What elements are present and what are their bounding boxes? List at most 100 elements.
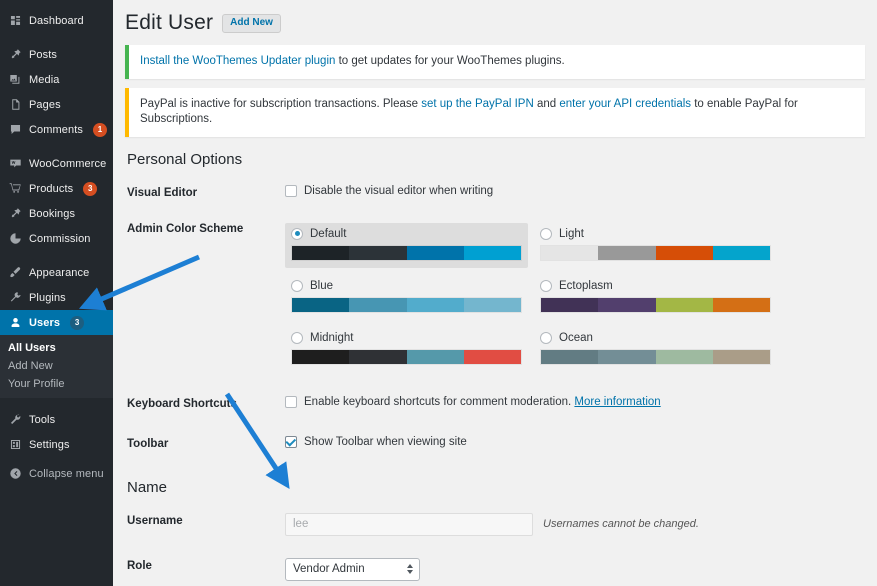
brush-icon [8, 266, 22, 280]
swatch-color [712, 349, 770, 364]
sidebar-item-woocommerce[interactable]: WooCommerce [0, 151, 113, 176]
sidebar-item-users[interactable]: Users 3 [0, 310, 113, 335]
users-submenu: All Users Add New Your Profile [0, 335, 113, 398]
sidebar-item-label: Pages [29, 98, 61, 111]
color-scheme-radio-midnight[interactable] [291, 331, 303, 344]
swatch-color [541, 245, 599, 260]
sidebar-item-products[interactable]: Products 3 [0, 176, 113, 201]
row-role: Role Vendor Admin [125, 547, 865, 586]
admin-screen: Dashboard Posts Media Pages Comments 1 W… [0, 0, 877, 586]
color-scheme-radio-light[interactable] [540, 227, 552, 240]
sidebar-divider [0, 398, 113, 407]
swatch-color [292, 349, 350, 364]
color-scheme-name: Ocean [559, 331, 593, 344]
swatch-color [406, 297, 464, 312]
pin-icon [8, 48, 22, 62]
color-scheme-ectoplasm[interactable]: Ectoplasm [534, 275, 777, 320]
sidebar-item-appearance[interactable]: Appearance [0, 260, 113, 285]
color-scheme-radio-ocean[interactable] [540, 331, 552, 344]
submenu-item-add-new[interactable]: Add New [0, 357, 113, 375]
sidebar-item-settings[interactable]: Settings [0, 432, 113, 457]
dashboard-icon [8, 14, 22, 28]
color-scheme-default[interactable]: Default [285, 222, 528, 268]
color-scheme-name: Light [559, 227, 584, 240]
sidebar-divider [0, 33, 113, 42]
sidebar-item-bookings[interactable]: Bookings [0, 201, 113, 226]
keyboard-shortcuts-checkbox-row[interactable]: Enable keyboard shortcuts for comment mo… [285, 396, 865, 410]
swatch-color [712, 297, 770, 312]
sidebar-item-label: Bookings [29, 207, 76, 220]
sidebar-item-media[interactable]: Media [0, 67, 113, 92]
page-header: Edit User Add New [125, 9, 865, 45]
row-admin-color-scheme: Admin Color Scheme Default Light Blue Ec… [125, 214, 865, 385]
sidebar-item-comments[interactable]: Comments 1 [0, 117, 113, 142]
notice-text: PayPal is inactive for subscription tran… [140, 97, 422, 110]
install-woothemes-updater-link[interactable]: Install the WooThemes Updater plugin [140, 55, 335, 67]
color-swatch-blue [291, 296, 522, 313]
sidebar-item-tools[interactable]: Tools [0, 407, 113, 432]
sidebar-divider [0, 142, 113, 151]
color-scheme-light[interactable]: Light [534, 223, 777, 268]
setup-paypal-ipn-link[interactable]: set up the PayPal IPN [421, 98, 534, 110]
sidebar-item-label: Comments [29, 123, 83, 136]
swatch-color [712, 245, 770, 260]
users-icon [8, 316, 22, 330]
username-label: Username [127, 514, 183, 527]
wrench-icon [8, 413, 22, 427]
collapse-menu-label: Collapse menu [29, 467, 104, 480]
submenu-item-all-users[interactable]: All Users [0, 339, 113, 357]
more-information-link[interactable]: More information [574, 396, 660, 408]
media-icon [8, 73, 22, 87]
sidebar-item-pages[interactable]: Pages [0, 92, 113, 117]
color-scheme-blue[interactable]: Blue [285, 275, 528, 320]
show-toolbar-checkbox[interactable] [285, 436, 297, 449]
settings-icon [8, 438, 22, 452]
disable-visual-editor-checkbox-row[interactable]: Disable the visual editor when writing [285, 185, 865, 199]
row-toolbar: Toolbar Show Toolbar when viewing site [125, 425, 865, 465]
color-scheme-radio-ectoplasm[interactable] [540, 279, 552, 292]
username-hint: Usernames cannot be changed. [543, 518, 699, 531]
color-swatch-ectoplasm [540, 296, 771, 313]
enter-api-credentials-link[interactable]: enter your API credentials [559, 98, 691, 110]
notice-text: to get updates for your WooThemes plugin… [335, 55, 565, 67]
sidebar-item-posts[interactable]: Posts [0, 42, 113, 67]
name-section-heading: Name [127, 478, 168, 496]
sidebar-item-label: Appearance [29, 266, 90, 279]
swatch-color [598, 245, 656, 260]
submenu-item-your-profile[interactable]: Your Profile [0, 375, 113, 393]
products-count-badge: 3 [83, 181, 98, 196]
swatch-color [655, 245, 713, 260]
color-scheme-radio-default[interactable] [291, 227, 303, 240]
sidebar-item-label: Dashboard [29, 14, 84, 27]
swatch-color [463, 349, 521, 364]
swatch-color [655, 297, 713, 312]
sidebar-item-label: Products [29, 182, 74, 195]
visual-editor-label: Visual Editor [127, 186, 198, 199]
role-select[interactable]: Vendor Admin [285, 557, 420, 581]
sidebar-item-dashboard[interactable]: Dashboard [0, 8, 113, 33]
swatch-color [541, 297, 599, 312]
comment-icon [8, 123, 22, 137]
disable-visual-editor-checkbox[interactable] [285, 185, 297, 198]
color-scheme-radio-blue[interactable] [291, 279, 303, 292]
collapse-icon [8, 467, 22, 481]
keyboard-shortcuts-checkbox[interactable] [285, 396, 297, 409]
color-scheme-name: Default [310, 227, 347, 240]
swatch-color [292, 297, 350, 312]
swatch-color [406, 245, 464, 260]
name-section-table: Username lee Usernames cannot be changed… [125, 502, 865, 586]
sidebar-item-commission[interactable]: Commission [0, 226, 113, 251]
sidebar-item-plugins[interactable]: Plugins [0, 285, 113, 310]
color-scheme-midnight[interactable]: Midnight [285, 327, 528, 372]
admin-color-scheme-label: Admin Color Scheme [127, 222, 244, 235]
sidebar-item-label: Commission [29, 232, 91, 245]
collapse-menu-button[interactable]: Collapse menu [0, 461, 113, 486]
pin-icon [8, 207, 22, 221]
toolbar-label: Toolbar [127, 437, 169, 450]
woocommerce-icon [8, 157, 22, 171]
disable-visual-editor-label: Disable the visual editor when writing [304, 184, 494, 197]
add-new-button[interactable]: Add New [222, 13, 281, 33]
color-scheme-ocean[interactable]: Ocean [534, 327, 777, 372]
toolbar-checkbox-row[interactable]: Show Toolbar when viewing site [285, 436, 865, 450]
role-label: Role [127, 559, 152, 572]
